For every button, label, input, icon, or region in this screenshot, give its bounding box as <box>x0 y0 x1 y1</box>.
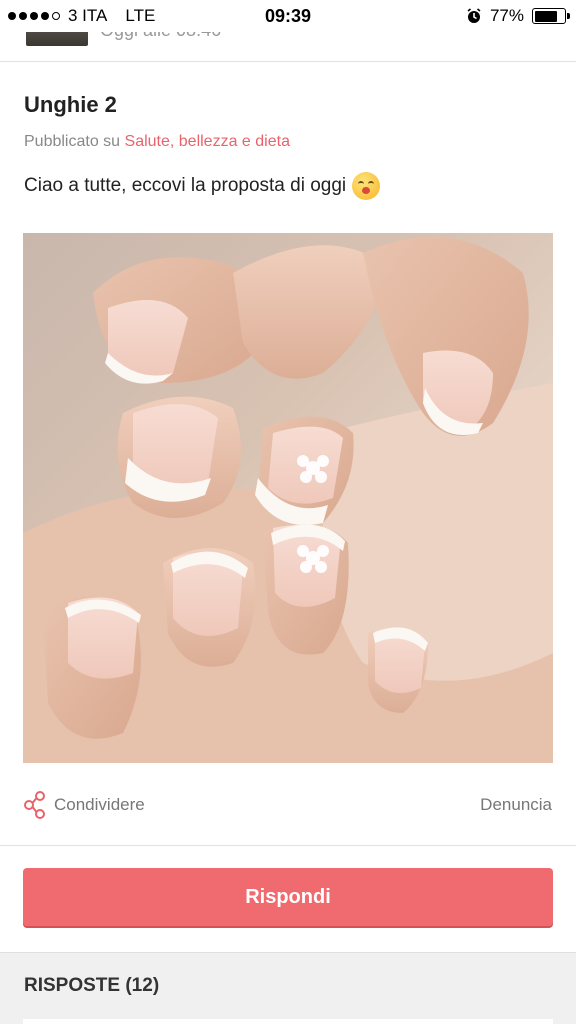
divider <box>0 845 576 846</box>
answers-title: RISPOSTE (12) <box>24 975 160 996</box>
previous-post-date: Oggi alle 08:46 <box>100 32 221 41</box>
answers-section: RISPOSTE (12) <box>0 952 576 1024</box>
smiling-face-emoji-icon <box>352 172 381 200</box>
share-icon <box>24 791 45 819</box>
report-link[interactable]: Denuncia <box>480 795 552 815</box>
published-prefix: Pubblicato su <box>24 133 121 150</box>
published-in: Pubblicato su Salute, bellezza e dieta <box>24 133 290 151</box>
alarm-icon <box>467 8 481 23</box>
share-button[interactable]: Condividere <box>24 791 145 819</box>
answer-card[interactable] <box>23 1019 553 1024</box>
share-label: Condividere <box>54 795 145 814</box>
post-title: Unghie 2 <box>24 92 117 117</box>
reply-button[interactable]: Rispondi <box>23 868 553 926</box>
post-photo[interactable] <box>23 233 553 763</box>
battery-percent: 77% <box>489 6 524 25</box>
previous-post-strip[interactable]: Oggi alle 08:46 <box>0 32 576 62</box>
nails-photo-illustration <box>23 237 553 763</box>
previous-post-thumbnail <box>26 32 88 46</box>
post-body: Ciao a tutte, eccovi la proposta di oggi <box>24 172 381 200</box>
post-text: Ciao a tutte, eccovi la proposta di oggi <box>24 175 347 196</box>
status-bar: 3 ITA LTE 09:39 77% <box>0 0 576 32</box>
battery-icon <box>532 8 570 24</box>
status-right: 77% <box>466 6 570 26</box>
category-link[interactable]: Salute, bellezza e dieta <box>125 133 290 150</box>
